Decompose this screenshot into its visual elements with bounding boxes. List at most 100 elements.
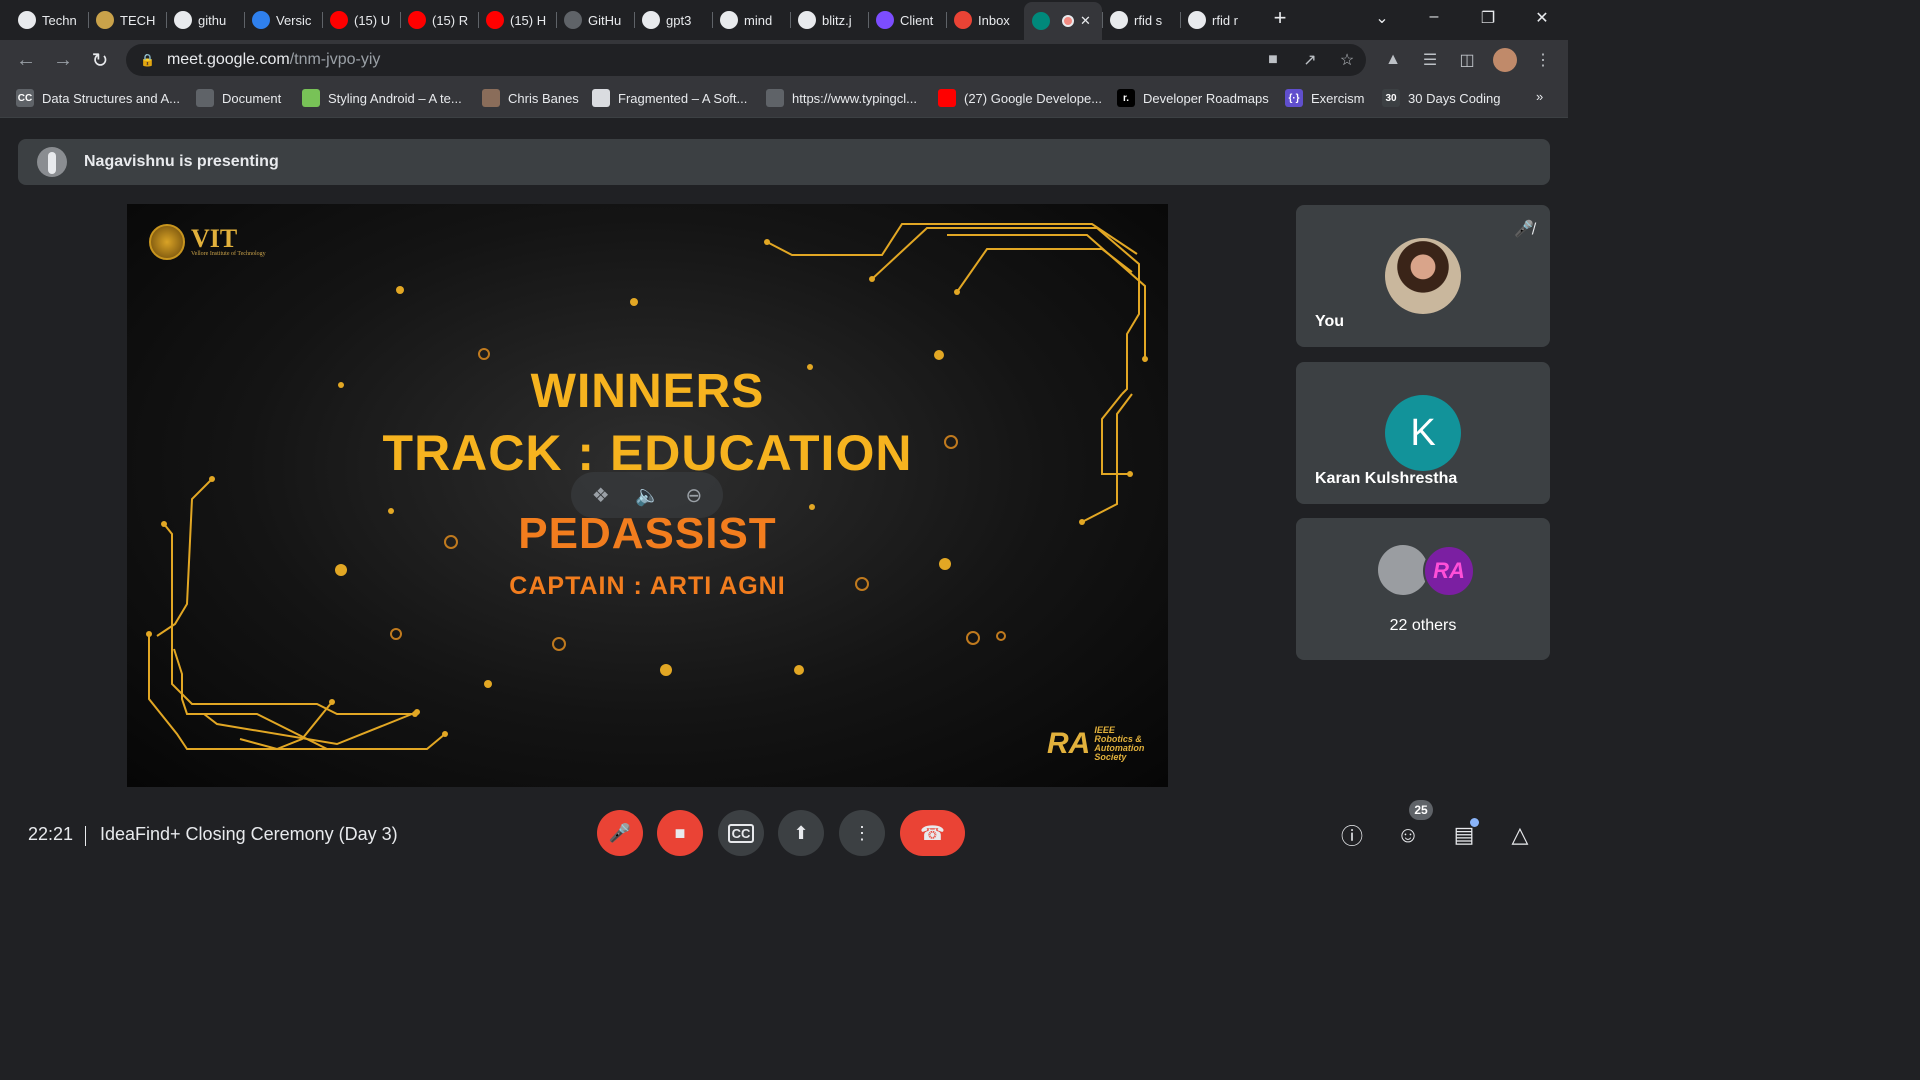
close-tab-icon[interactable]: ✕ — [1080, 13, 1091, 29]
bookmark-star-icon[interactable]: ☆ — [1336, 50, 1358, 70]
more-bookmarks-button[interactable]: » — [1536, 89, 1543, 104]
close-window-icon[interactable]: ✕ — [1530, 8, 1554, 28]
activities-button[interactable]: △ — [1505, 820, 1535, 850]
bookmark-item[interactable]: https://www.typingcl... — [766, 89, 917, 107]
leave-call-button[interactable]: ☎ — [900, 810, 965, 856]
browser-tab[interactable]: ✕ — [1024, 2, 1102, 40]
present-screen-icon: ⬆ — [793, 822, 809, 843]
browser-tab[interactable]: mind — [712, 4, 786, 36]
tab-label: rfid s — [1134, 12, 1163, 28]
vit-logo: VIT Vellore Institute of Technology — [149, 224, 266, 260]
browser-tab[interactable]: gpt3 — [634, 4, 708, 36]
browser-tab[interactable]: Inbox — [946, 4, 1020, 36]
avatar-icon — [482, 89, 500, 107]
browser-tab[interactable]: GitHu — [556, 4, 630, 36]
browser-tab[interactable]: rfid r — [1180, 4, 1254, 36]
bookmarks-bar: CC Data Structures and A... Document Stylin… — [0, 80, 1568, 118]
pin-icon[interactable]: ❖ — [592, 483, 610, 508]
side-panel-icon[interactable]: ◫ — [1456, 50, 1478, 70]
tab-label: githu — [198, 12, 227, 28]
tile-hover-controls: ❖ 🔈 ⊖ — [571, 472, 723, 518]
bookmark-label: Chris Banes — [508, 90, 579, 106]
browser-tab[interactable]: (15) H — [478, 4, 552, 36]
bookmark-label: Exercism — [1311, 90, 1365, 106]
minimize-icon[interactable]: – — [1422, 8, 1446, 26]
restore-icon[interactable]: ❐ — [1476, 8, 1500, 28]
bookmark-item[interactable]: Styling Android – A te... — [302, 89, 462, 107]
present-button[interactable]: ⬆ — [778, 810, 824, 856]
people-count-badge: 25 — [1409, 800, 1433, 820]
tab-label: TECH — [120, 12, 156, 28]
tab-search-icon[interactable]: ⌄ — [1370, 8, 1394, 28]
google-icon — [174, 11, 192, 29]
back-icon[interactable]: ← — [14, 48, 38, 72]
browser-tab[interactable]: TECH — [88, 4, 162, 36]
chat-notification-dot — [1470, 818, 1479, 827]
bookmark-item[interactable]: CC Data Structures and A... — [16, 89, 180, 107]
browser-tab[interactable]: (15) R — [400, 4, 474, 36]
participant-name: You — [1315, 313, 1345, 330]
avatar: K — [1385, 395, 1461, 471]
camera-toggle-button[interactable]: ■ — [657, 810, 703, 856]
bookmark-item[interactable]: (27) Google Develope... — [938, 89, 1102, 107]
coding-icon: 30 — [1382, 89, 1400, 107]
youtube-icon — [330, 11, 348, 29]
url-path: /tnm-jvpo-yiy — [289, 51, 381, 68]
camera-in-use-icon[interactable]: ■ — [1262, 50, 1284, 70]
cc-icon: CC — [16, 89, 34, 107]
url-host: meet.google.com — [166, 51, 290, 68]
captions-button[interactable]: CC — [718, 810, 764, 856]
bookmark-item[interactable]: r. Developer Roadmaps — [1117, 89, 1269, 107]
bookmark-label: 30 Days Coding — [1408, 90, 1501, 106]
new-tab-button[interactable]: + — [1268, 5, 1292, 31]
extensions-icon[interactable]: ▲ — [1382, 50, 1404, 70]
browser-tab[interactable]: Versic — [244, 4, 318, 36]
vscode-icon — [252, 11, 270, 29]
address-bar[interactable]: 🔒 meet.google.com/tnm-jvpo-yiy — [126, 44, 1366, 76]
reload-icon[interactable]: ↻ — [88, 48, 112, 72]
bookmark-item[interactable]: Chris Banes — [482, 89, 579, 107]
avatar — [1385, 238, 1461, 314]
exercism-icon: {·} — [1285, 89, 1303, 107]
participant-tile-others[interactable]: RA 22 others — [1296, 518, 1550, 660]
participant-tile-you[interactable]: 🎤̸ You — [1296, 205, 1550, 347]
tab-label: (15) H — [510, 12, 547, 28]
browser-tab[interactable]: Techn — [10, 4, 84, 36]
share-icon[interactable]: ↗ — [1299, 50, 1321, 70]
more-options-button[interactable]: ⋮ — [839, 810, 885, 856]
bookmark-label: (27) Google Develope... — [964, 90, 1103, 106]
browser-tab[interactable]: rfid s — [1102, 4, 1176, 36]
chrome-icon — [18, 11, 36, 29]
presenting-banner: Nagavishnu is presenting — [18, 139, 1550, 185]
bookmark-item[interactable]: Fragmented – A Soft... — [592, 89, 747, 107]
tab-label: Techn — [42, 12, 77, 28]
bolt-icon — [876, 11, 894, 29]
tab-label: blitz.j — [822, 12, 852, 28]
media-control-icon[interactable]: ☰ — [1419, 50, 1441, 70]
browser-tab[interactable]: blitz.j — [790, 4, 864, 36]
mic-toggle-button[interactable]: 🎤 — [597, 810, 643, 856]
participant-tile-karan[interactable]: K Karan Kulshrestha — [1296, 362, 1550, 504]
volume-icon[interactable]: 🔈 — [635, 483, 660, 508]
people-button[interactable]: ☺ — [1393, 820, 1423, 850]
tab-label: (15) U — [354, 12, 391, 28]
browser-menu-icon[interactable]: ⋮ — [1532, 50, 1554, 70]
profile-avatar[interactable] — [1493, 48, 1517, 72]
browser-tab[interactable]: Client — [868, 4, 942, 36]
site-icon — [96, 11, 114, 29]
activities-icon: △ — [1511, 822, 1529, 847]
bookmark-item[interactable]: Document — [196, 89, 281, 107]
browser-tab[interactable]: (15) U — [322, 4, 396, 36]
meeting-details-button[interactable]: ⓘ — [1337, 820, 1367, 850]
tab-label: gpt3 — [666, 12, 692, 28]
bookmark-item[interactable]: 30 30 Days Coding — [1382, 89, 1501, 107]
browser-toolbar: ← → ↻ 🔒 meet.google.com/tnm-jvpo-yiy ■ ↗… — [0, 40, 1568, 80]
forward-icon[interactable]: → — [51, 48, 75, 72]
roadmap-icon: r. — [1117, 89, 1135, 107]
ieee-ras-text: IEEE Robotics & Automation Society — [1094, 725, 1145, 762]
browser-tab[interactable]: githu — [166, 4, 240, 36]
bookmark-label: https://www.typingcl... — [792, 90, 917, 106]
bookmark-item[interactable]: {·} Exercism — [1285, 89, 1364, 107]
google-icon — [720, 11, 738, 29]
remove-icon[interactable]: ⊖ — [685, 483, 702, 508]
